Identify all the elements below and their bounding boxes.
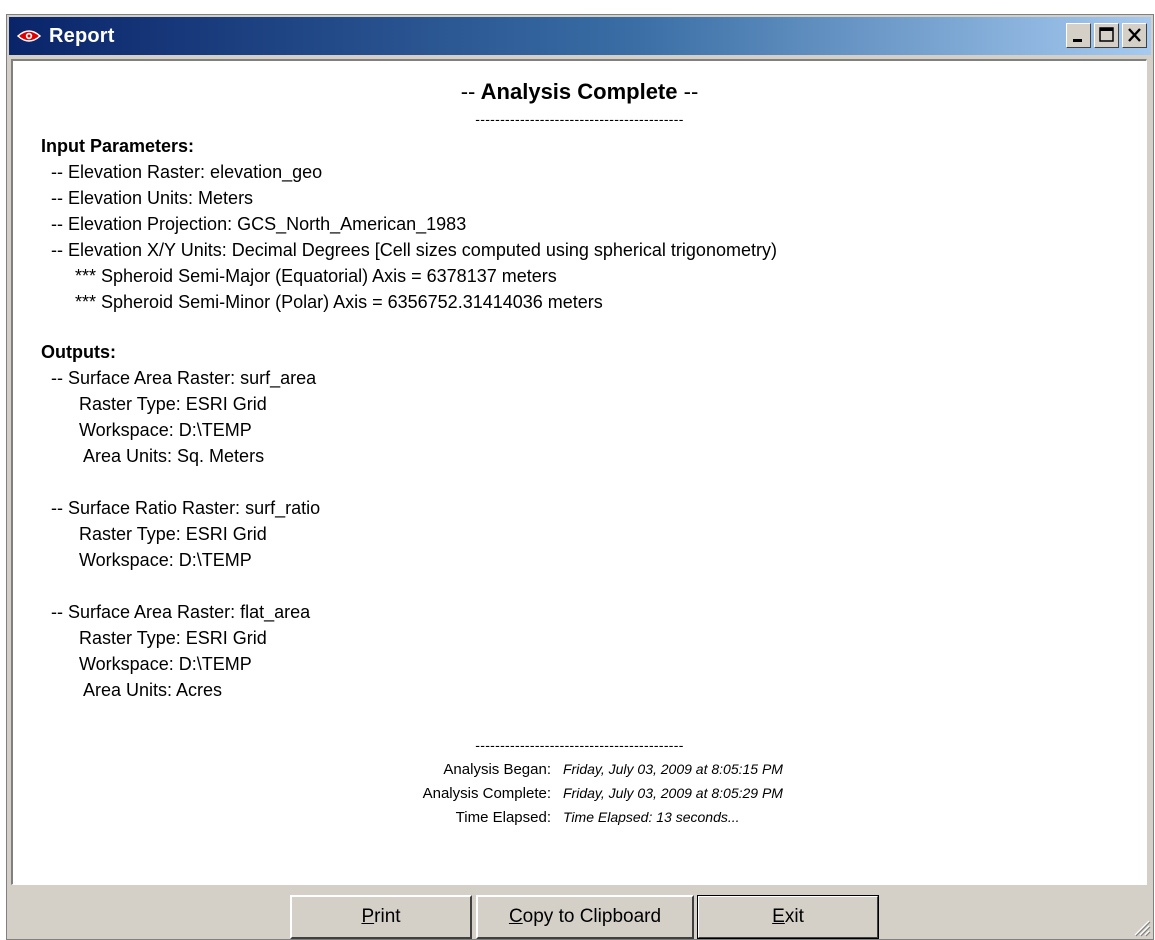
report-content[interactable]: -- Analysis Complete -- ----------------… bbox=[11, 59, 1147, 885]
heading-text: Analysis Complete bbox=[480, 79, 678, 104]
input-param-line: -- Elevation Raster: elevation_geo bbox=[51, 162, 323, 182]
input-param-line: -- Elevation Projection: GCS_North_Ameri… bbox=[51, 214, 467, 234]
minimize-icon bbox=[1073, 39, 1082, 42]
copy-label: opy to Clipboard bbox=[522, 906, 662, 927]
report-heading: -- Analysis Complete -- bbox=[13, 79, 1146, 105]
title-bar[interactable]: Report bbox=[9, 17, 1151, 55]
complete-label: Analysis Complete: bbox=[422, 785, 551, 802]
output-detail: Area Units: Sq. Meters bbox=[83, 446, 265, 466]
began-label: Analysis Began: bbox=[443, 761, 551, 778]
output-header: -- Surface Ratio Raster: surf_ratio bbox=[51, 498, 321, 518]
output-detail: Raster Type: ESRI Grid bbox=[79, 524, 267, 544]
print-button[interactable]: Print bbox=[290, 895, 472, 939]
maximize-icon bbox=[1099, 27, 1114, 42]
resize-grip-icon[interactable] bbox=[1131, 917, 1151, 937]
spheroid-line: *** Spheroid Semi-Minor (Polar) Axis = 6… bbox=[75, 292, 603, 312]
output-detail: Raster Type: ESRI Grid bbox=[79, 394, 267, 414]
elapsed-label: Time Elapsed: bbox=[455, 809, 551, 826]
close-icon bbox=[1128, 28, 1141, 42]
time-elapsed-row: Time Elapsed: Time Elapsed: 13 seconds..… bbox=[13, 809, 1149, 831]
input-parameters-title: Input Parameters: bbox=[41, 136, 195, 156]
footer-separator: ----------------------------------------… bbox=[475, 737, 684, 753]
output-detail: Raster Type: ESRI Grid bbox=[79, 628, 267, 648]
analysis-complete-row: Analysis Complete: Friday, July 03, 2009… bbox=[13, 785, 1149, 807]
output-header: -- Surface Area Raster: surf_area bbox=[51, 368, 317, 388]
heading-suffix: -- bbox=[683, 79, 699, 104]
print-label: rint bbox=[374, 906, 401, 927]
input-param-line: -- Elevation Units: Meters bbox=[51, 188, 254, 208]
output-detail: Workspace: D:\TEMP bbox=[79, 654, 252, 674]
output-detail: Workspace: D:\TEMP bbox=[79, 420, 252, 440]
maximize-button[interactable] bbox=[1094, 23, 1119, 48]
minimize-button[interactable] bbox=[1066, 23, 1091, 48]
outputs-title: Outputs: bbox=[41, 342, 116, 362]
exit-label: xit bbox=[784, 906, 804, 927]
analysis-began-row: Analysis Began: Friday, July 03, 2009 at… bbox=[13, 761, 1149, 783]
copy-mnemonic: C bbox=[508, 906, 523, 927]
exit-button[interactable]: Exit bbox=[697, 895, 879, 939]
spheroid-line: *** Spheroid Semi-Major (Equatorial) Axi… bbox=[75, 266, 557, 286]
output-header: -- Surface Area Raster: flat_area bbox=[51, 602, 311, 622]
output-detail: Area Units: Acres bbox=[83, 680, 223, 700]
print-mnemonic: P bbox=[361, 906, 375, 927]
eye-icon[interactable] bbox=[17, 27, 41, 45]
complete-value: Friday, July 03, 2009 at 8:05:29 PM bbox=[563, 785, 783, 801]
elapsed-value: Time Elapsed: 13 seconds... bbox=[563, 809, 740, 825]
heading-prefix: -- bbox=[460, 79, 476, 104]
heading-separator: ----------------------------------------… bbox=[475, 111, 684, 127]
report-window: Report -- Analysis Complete -- ---------… bbox=[6, 14, 1154, 940]
copy-to-clipboard-button[interactable]: Copy to Clipboard bbox=[476, 895, 694, 939]
input-param-line: -- Elevation X/Y Units: Decimal Degrees … bbox=[51, 240, 777, 260]
close-button[interactable] bbox=[1122, 23, 1147, 48]
output-detail: Workspace: D:\TEMP bbox=[79, 550, 252, 570]
began-value: Friday, July 03, 2009 at 8:05:15 PM bbox=[563, 761, 783, 777]
window-controls bbox=[1066, 23, 1147, 48]
exit-mnemonic: E bbox=[772, 906, 785, 927]
window-title: Report bbox=[49, 24, 115, 47]
